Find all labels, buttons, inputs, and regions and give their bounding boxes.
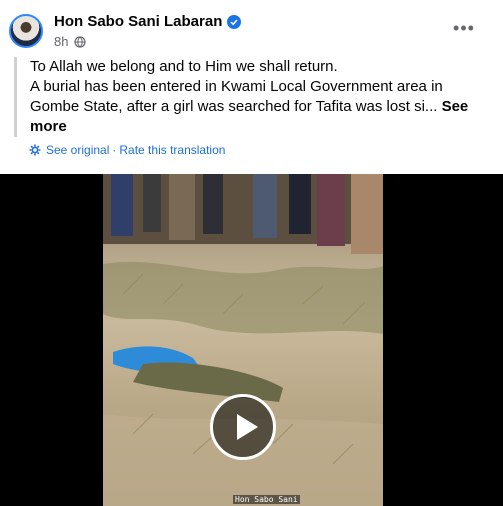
- post-text: To Allah we belong and to Him we shall r…: [14, 57, 488, 137]
- see-original-link[interactable]: See original: [46, 143, 109, 157]
- video-watermark: Hon Sabo Sani: [233, 495, 300, 504]
- globe-icon: [74, 35, 87, 48]
- author-name[interactable]: Hon Sabo Sani Labaran: [54, 13, 242, 30]
- play-icon: [237, 414, 258, 440]
- author-avatar[interactable]: [9, 14, 43, 48]
- video-player[interactable]: Hon Sabo Sani: [0, 174, 503, 506]
- author-name-text[interactable]: Hon Sabo Sani Labaran: [54, 13, 222, 30]
- gear-icon: [29, 144, 41, 156]
- post-text-line-2: A burial has been entered in Kwami Local…: [30, 77, 488, 137]
- post-meta: 8h: [54, 34, 87, 49]
- post-header: Hon Sabo Sani Labaran 8h •••: [0, 0, 503, 58]
- verified-badge-icon: [227, 14, 242, 29]
- translation-row: See original · Rate this translation: [29, 143, 225, 157]
- play-button[interactable]: [210, 394, 276, 460]
- separator: ·: [112, 143, 117, 157]
- post-text-line-1: To Allah we belong and to Him we shall r…: [30, 58, 338, 75]
- post-time[interactable]: 8h: [54, 34, 68, 49]
- post-options-button[interactable]: •••: [451, 18, 477, 38]
- video-frame[interactable]: Hon Sabo Sani: [103, 174, 383, 506]
- post-text-body: A burial has been entered in Kwami Local…: [30, 78, 443, 115]
- rate-translation-link[interactable]: Rate this translation: [119, 143, 225, 157]
